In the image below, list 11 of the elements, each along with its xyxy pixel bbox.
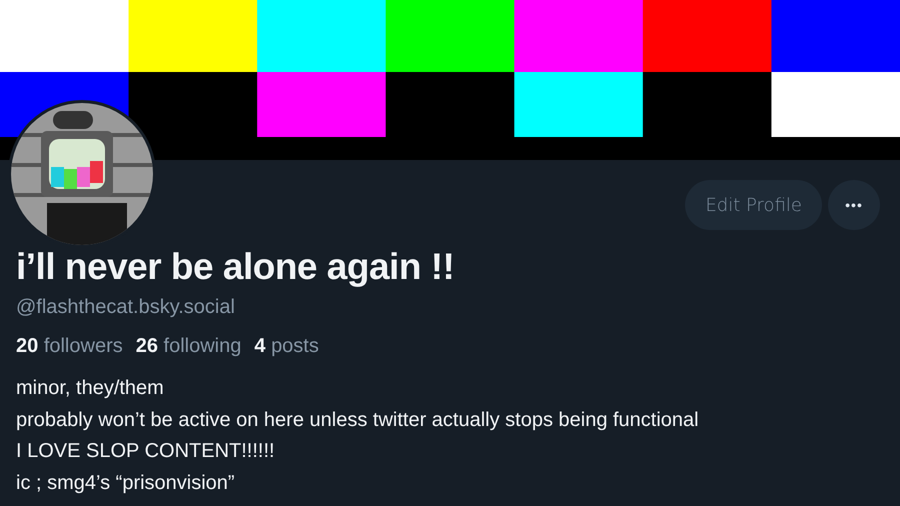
profile-stat[interactable]: 26 following [136, 333, 242, 359]
bio-line: ic ; smg4’s “prisonvision” [16, 470, 236, 496]
edit-profile-button[interactable]: Edit Profile [685, 180, 822, 230]
bio-line: probably won’t be active on here unless twitter actually stops being functional [16, 408, 700, 432]
bio-line: minor, they/them [16, 376, 165, 401]
more-button[interactable]: ••• [828, 180, 880, 230]
display-name: i’ll never be alone again !! [16, 245, 456, 289]
profile-stat[interactable]: 4 posts [254, 333, 319, 359]
handle: @flashthecat.bsky.social [16, 295, 236, 320]
profile-stat[interactable]: 20 followers [16, 333, 123, 359]
bio-line: I LOVE SLOP CONTENT!!!!!! [16, 439, 276, 464]
